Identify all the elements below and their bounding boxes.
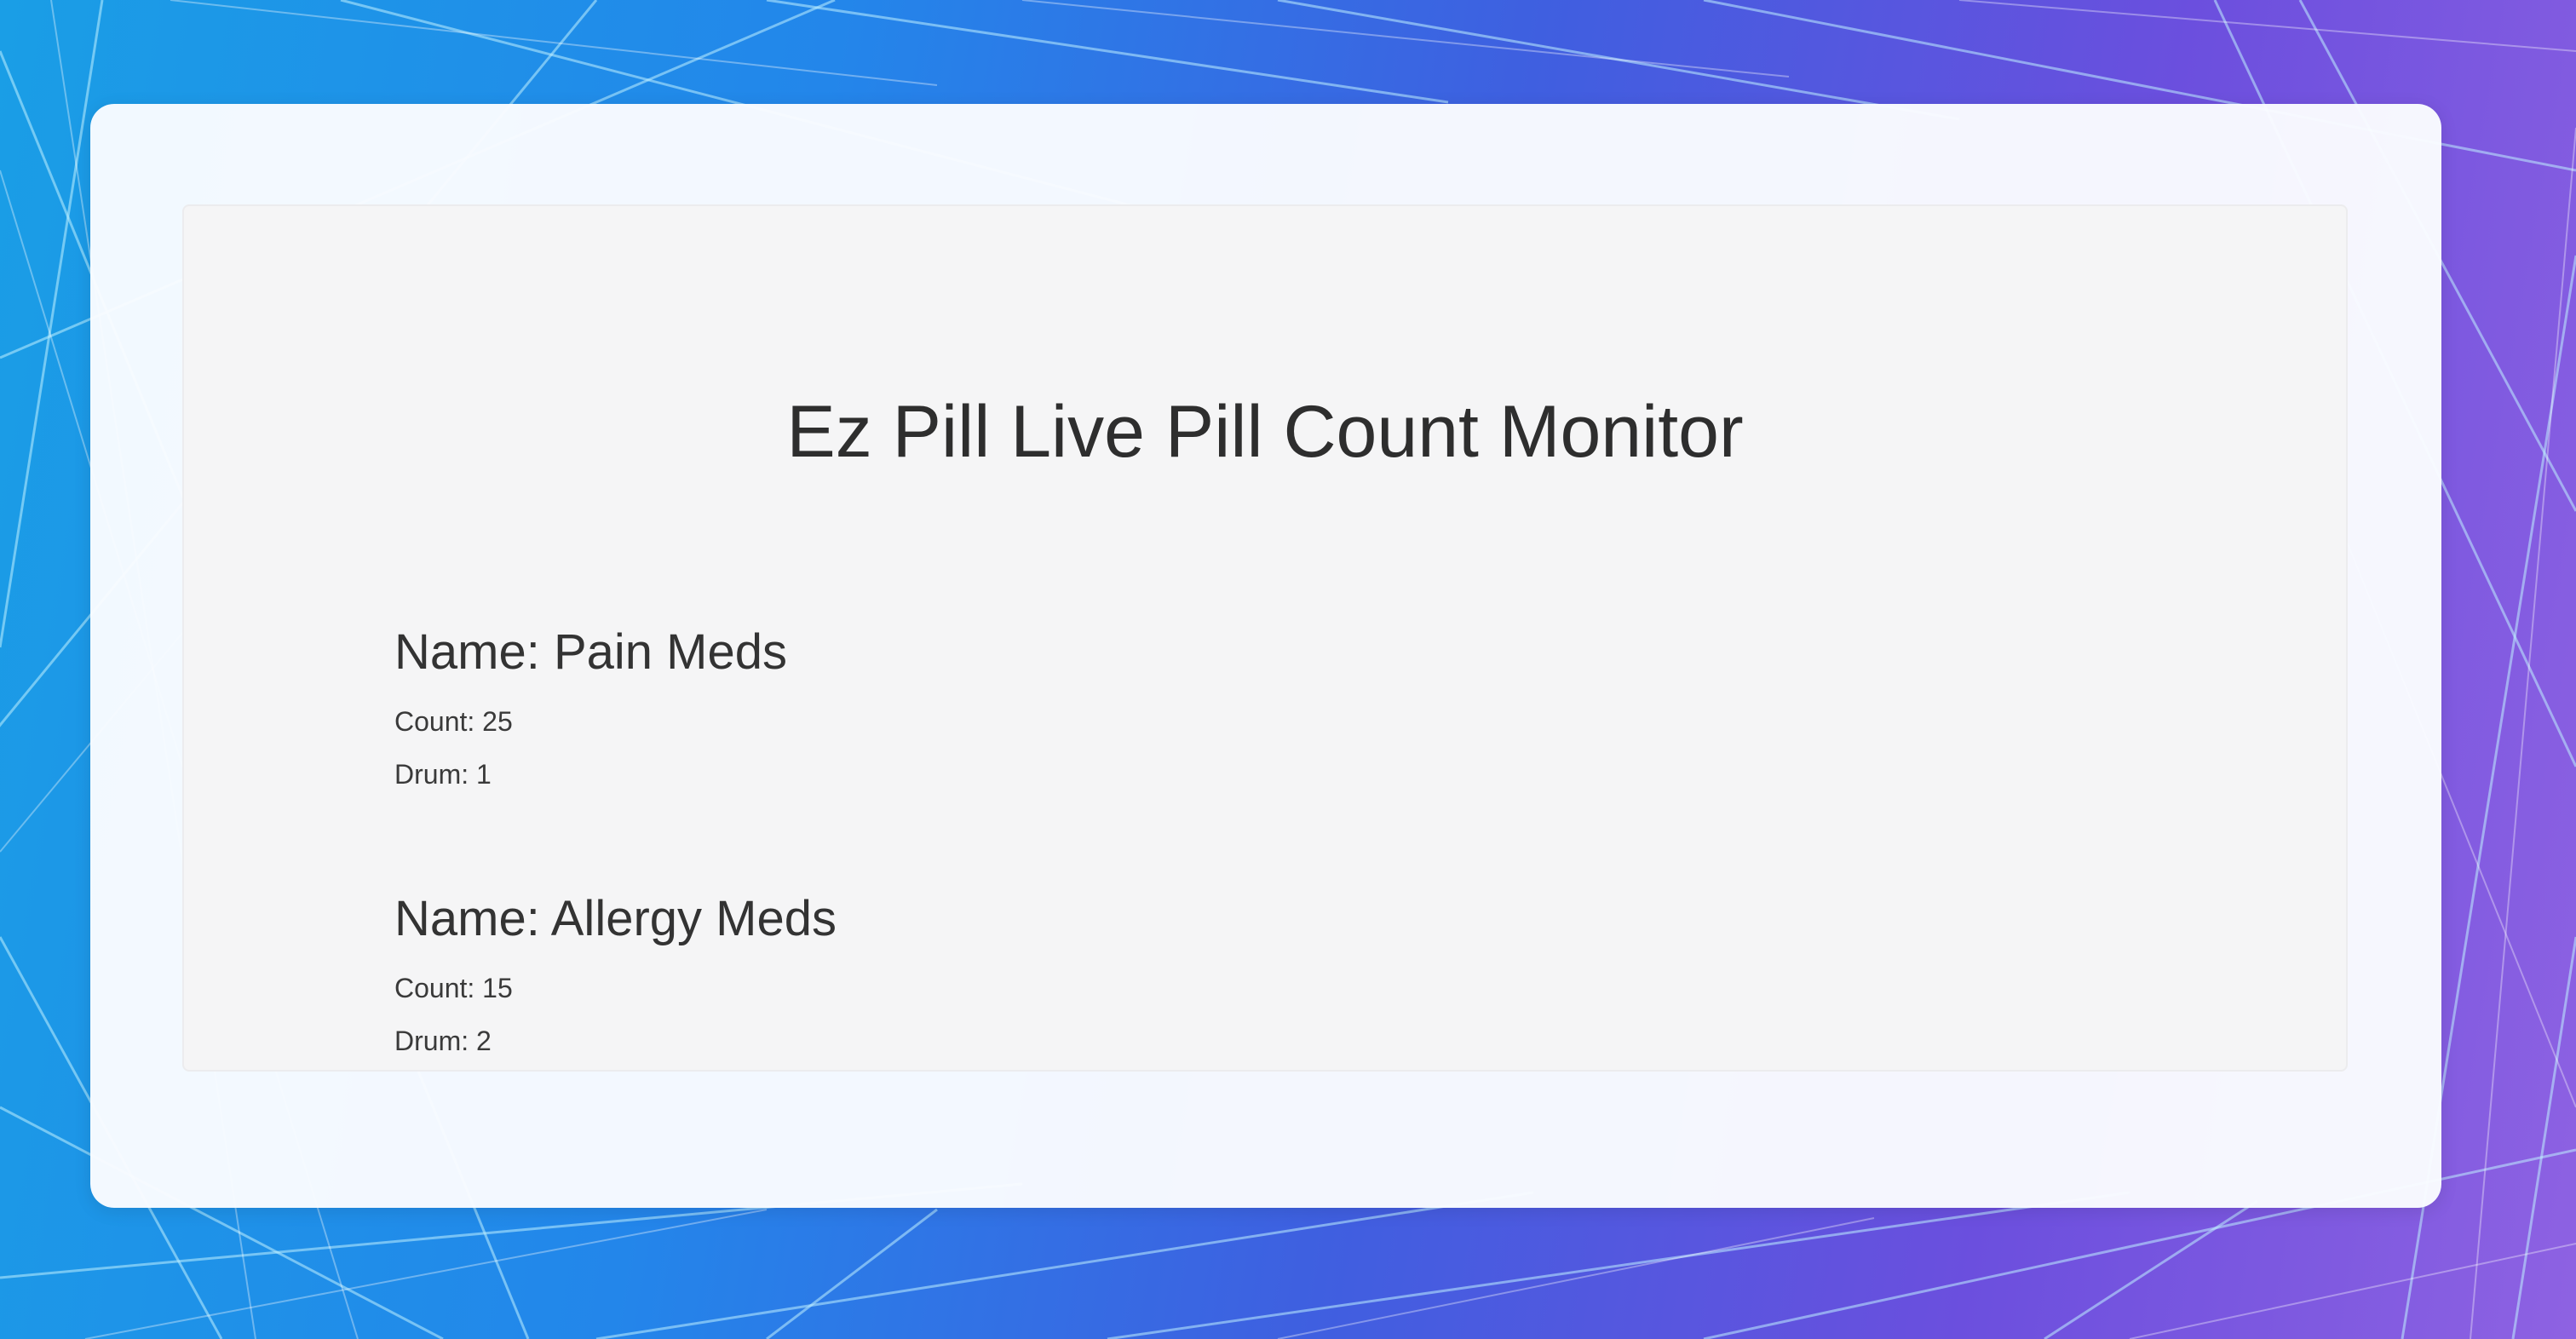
- medication-drum: Drum: 2: [394, 1026, 492, 1056]
- main-card: Ez Pill Live Pill Count Monitor Name: Pa…: [90, 104, 2441, 1208]
- medication-count: Count: 15: [394, 973, 513, 1003]
- page-title: Ez Pill Live Pill Count Monitor: [786, 391, 1744, 473]
- medication-drum: Drum: 1: [394, 759, 492, 790]
- medication-count: Count: 25: [394, 706, 513, 737]
- medication-name: Name: Allergy Meds: [394, 891, 837, 946]
- medication-entry-pain-meds: Name: Pain Meds Count: 25 Drum: 1: [394, 624, 787, 790]
- medication-entry-allergy-meds: Name: Allergy Meds Count: 15 Drum: 2: [394, 894, 837, 1055]
- monitor-panel: Ez Pill Live Pill Count Monitor Name: Pa…: [182, 204, 2348, 1072]
- medication-name: Name: Pain Meds: [394, 624, 787, 680]
